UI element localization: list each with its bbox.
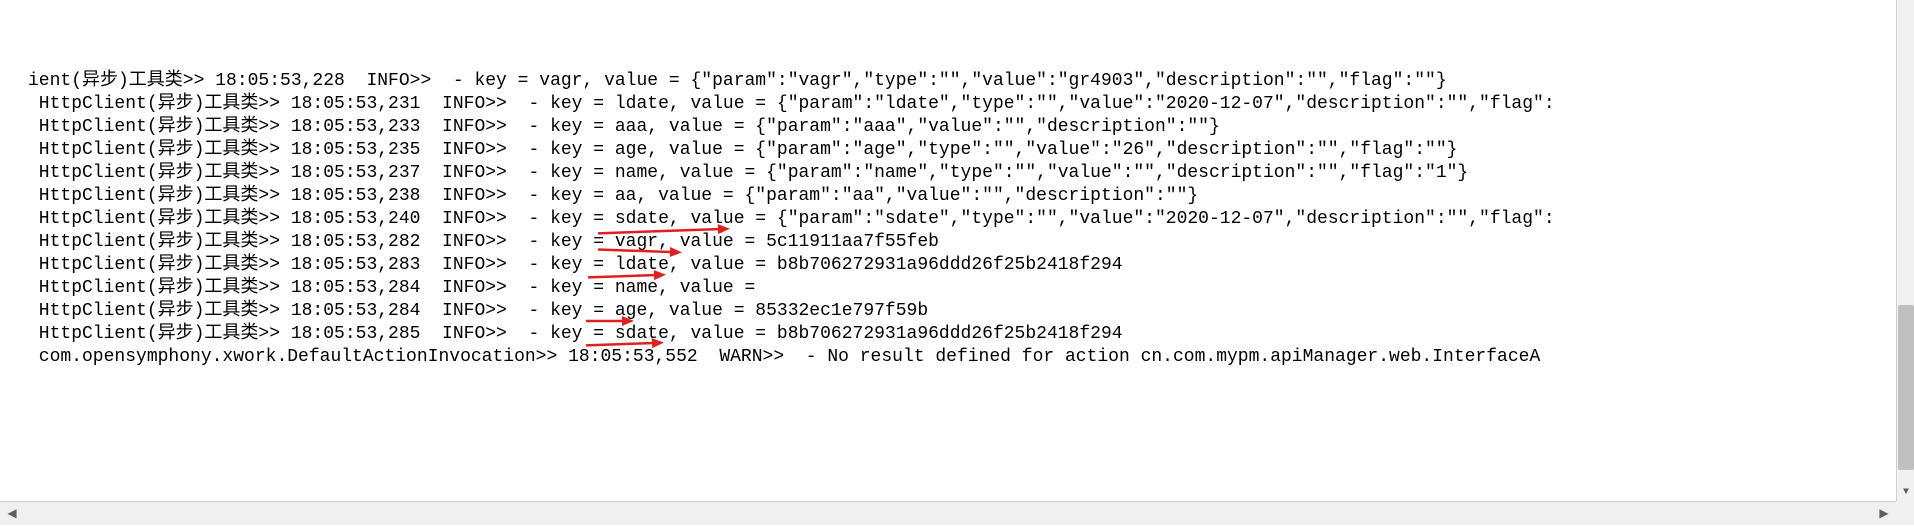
scroll-down-arrow-icon[interactable]: ▼ [1897,483,1914,501]
log-line: HttpClient(异步)工具类>> 18:05:53,233 INFO>> … [28,116,1914,139]
log-line: HttpClient(异步)工具类>> 18:05:53,284 INFO>> … [28,277,1914,300]
log-line: HttpClient(异步)工具类>> 18:05:53,283 INFO>> … [28,254,1914,277]
scrollbar-corner [1896,501,1914,525]
log-line: HttpClient(异步)工具类>> 18:05:53,235 INFO>> … [28,139,1914,162]
log-line: HttpClient(异步)工具类>> 18:05:53,231 INFO>> … [28,93,1914,116]
log-viewer[interactable]: ient(异步)工具类>> 18:05:53,228 INFO>> - key … [0,0,1914,501]
log-line: HttpClient(异步)工具类>> 18:05:53,285 INFO>> … [28,323,1914,346]
log-line: HttpClient(异步)工具类>> 18:05:53,238 INFO>> … [28,185,1914,208]
vertical-scrollbar[interactable]: ▼ [1896,0,1914,501]
log-lines: ient(异步)工具类>> 18:05:53,228 INFO>> - key … [28,70,1914,369]
log-line: HttpClient(异步)工具类>> 18:05:53,240 INFO>> … [28,208,1914,231]
log-line: ient(异步)工具类>> 18:05:53,228 INFO>> - key … [28,70,1914,93]
scroll-left-arrow-icon[interactable]: ◀ [0,502,24,526]
log-line: com.opensymphony.xwork.DefaultActionInvo… [28,346,1914,369]
log-line: HttpClient(异步)工具类>> 18:05:53,282 INFO>> … [28,231,1914,254]
horizontal-scrollbar[interactable]: ◀ ▶ [0,501,1914,525]
log-line: HttpClient(异步)工具类>> 18:05:53,284 INFO>> … [28,300,1914,323]
scroll-right-arrow-icon[interactable]: ▶ [1872,502,1896,526]
vertical-scrollbar-thumb[interactable] [1898,305,1914,470]
log-line: HttpClient(异步)工具类>> 18:05:53,237 INFO>> … [28,162,1914,185]
